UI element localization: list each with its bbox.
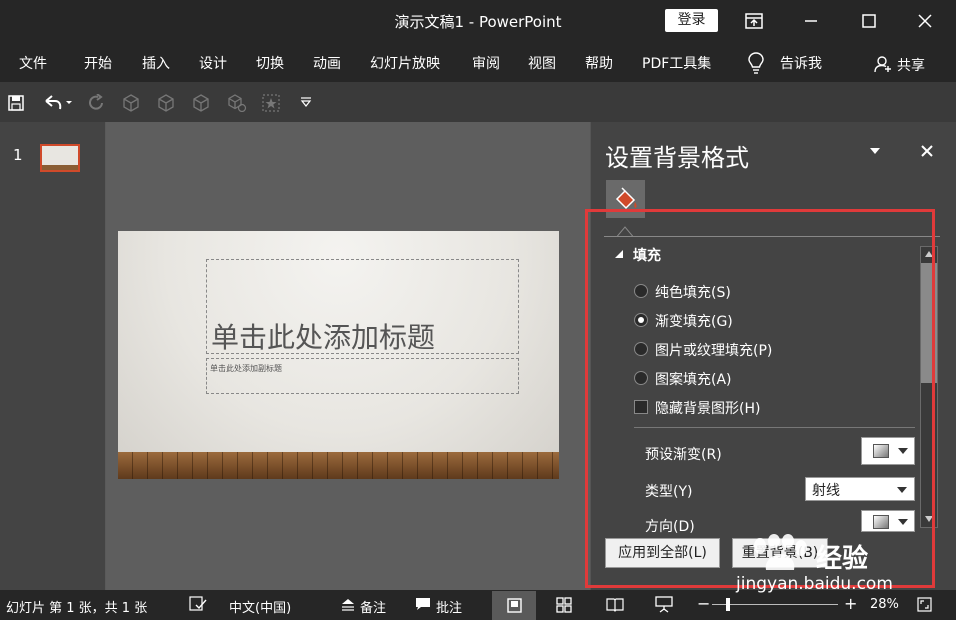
quick-access-toolbar	[0, 82, 956, 122]
lightbulb-icon[interactable]	[748, 52, 764, 74]
tab-insert[interactable]: 插入	[142, 53, 170, 73]
tab-view[interactable]: 视图	[528, 53, 556, 73]
tab-transitions[interactable]: 切换	[256, 53, 284, 73]
maximize-icon[interactable]	[858, 10, 880, 32]
subtitle-placeholder[interactable]: 单击此处添加副标题	[206, 358, 519, 394]
paw-logo-icon	[754, 534, 807, 570]
subtitle-placeholder-text: 单击此处添加副标题	[210, 364, 282, 373]
undo-icon[interactable]	[42, 94, 72, 112]
share-button[interactable]: 共享	[897, 55, 925, 75]
slide-number: 1	[13, 146, 23, 164]
baidu-jingyan-watermark: 经验 jingyan.baidu.com	[736, 534, 936, 598]
cube-add-icon[interactable]	[227, 94, 247, 112]
notes-icon[interactable]	[341, 598, 355, 611]
tab-home[interactable]: 开始	[84, 53, 112, 73]
redo-icon[interactable]	[88, 94, 106, 112]
language-status[interactable]: 中文(中国)	[229, 597, 291, 616]
tab-pdf-tools[interactable]: PDF工具集	[642, 53, 711, 73]
ribbon-display-options-icon[interactable]	[743, 10, 765, 32]
close-pane-icon[interactable]	[920, 144, 934, 158]
tab-design[interactable]: 设计	[199, 53, 227, 73]
cube-icon[interactable]	[122, 94, 140, 112]
watermark-text: 经验	[816, 544, 869, 574]
tab-animations[interactable]: 动画	[313, 53, 341, 73]
slideshow-icon[interactable]	[655, 596, 673, 613]
comments-button[interactable]: 批注	[436, 597, 462, 616]
zoom-slider-track[interactable]	[712, 604, 838, 605]
accessibility-check-icon[interactable]	[189, 596, 207, 612]
notes-button[interactable]: 备注	[360, 597, 386, 616]
customize-toolbar-icon[interactable]	[300, 97, 312, 107]
pane-options-icon[interactable]	[869, 147, 881, 155]
zoom-level[interactable]: 28%	[870, 597, 899, 612]
tab-help[interactable]: 帮助	[585, 53, 613, 73]
zoom-out-icon[interactable]: −	[697, 594, 710, 613]
wood-floor-image	[118, 452, 559, 479]
cube-icon[interactable]	[192, 94, 210, 112]
save-icon[interactable]	[8, 95, 24, 111]
user-icon[interactable]	[874, 55, 892, 73]
reading-view-icon[interactable]	[606, 597, 624, 612]
tell-me-search[interactable]: 告诉我	[780, 53, 822, 73]
slide-thumbnail[interactable]	[40, 144, 80, 172]
title-placeholder-text: 单击此处添加标题	[211, 321, 436, 354]
minimize-icon[interactable]	[800, 10, 822, 32]
login-button[interactable]: 登录	[665, 9, 718, 32]
zoom-slider-knob[interactable]	[726, 598, 730, 611]
close-window-icon[interactable]	[914, 10, 936, 32]
slide-thumbnail-pane	[0, 122, 106, 590]
cube-icon[interactable]	[157, 94, 175, 112]
tab-slideshow[interactable]: 幻灯片放映	[370, 53, 440, 73]
slide-canvas[interactable]: 单击此处添加标题 单击此处添加副标题	[118, 231, 559, 479]
normal-view-button[interactable]	[492, 591, 536, 620]
pane-title: 设置背景格式	[605, 144, 749, 172]
title-placeholder[interactable]: 单击此处添加标题	[206, 259, 519, 354]
slide-sorter-icon[interactable]	[556, 597, 572, 613]
tab-file[interactable]: 文件	[19, 53, 47, 73]
red-highlight-box	[585, 209, 935, 588]
star-frame-icon[interactable]	[262, 94, 280, 112]
watermark-url: jingyan.baidu.com	[736, 574, 893, 594]
comment-icon[interactable]	[415, 597, 431, 611]
fit-to-window-icon[interactable]	[917, 597, 932, 612]
slide-count-status: 幻灯片 第 1 张，共 1 张	[6, 601, 148, 616]
tab-review[interactable]: 审阅	[472, 53, 500, 73]
normal-view-icon	[507, 598, 522, 613]
